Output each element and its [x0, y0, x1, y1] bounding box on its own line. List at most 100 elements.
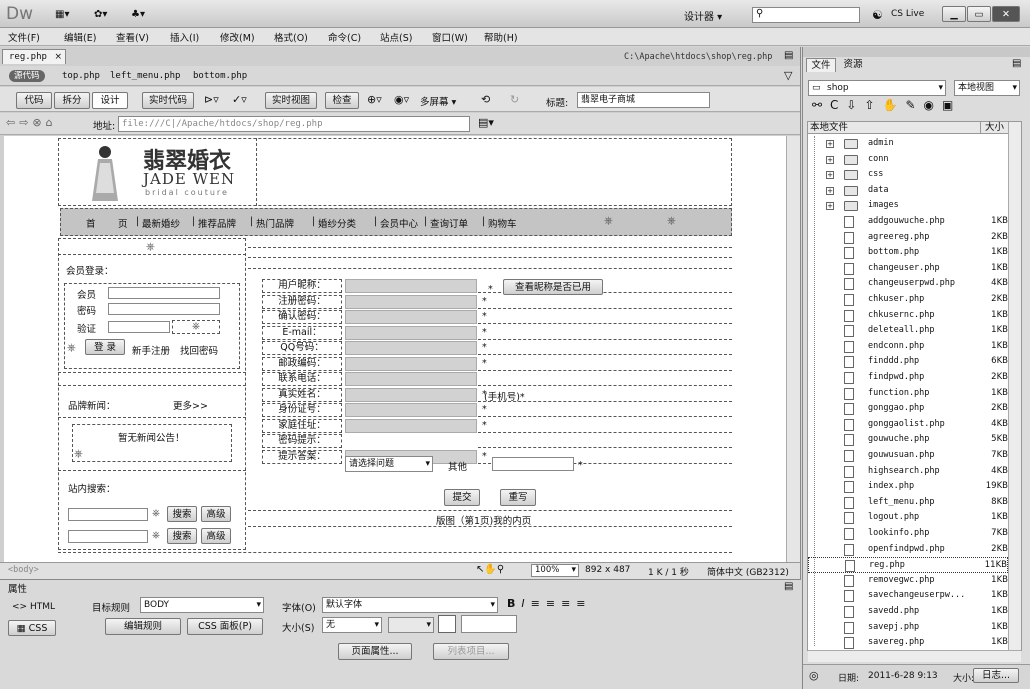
site-nav-item-2[interactable]: 最新婚纱	[142, 216, 180, 230]
search-button-2[interactable]: 搜索	[167, 528, 197, 544]
question-select[interactable]: 请选择问题	[345, 456, 433, 472]
source-code-pill[interactable]: 源代码	[9, 70, 45, 82]
workspace-switcher[interactable]: 设计器 ▾	[684, 8, 740, 23]
file-row[interactable]: bottom.php 1KB	[808, 245, 1008, 261]
preview-icon[interactable]: ⊕▿	[367, 93, 382, 106]
file-row[interactable]: deleteall.php 1KB	[808, 323, 1008, 339]
menu-item-5[interactable]: 格式(O)	[274, 30, 308, 44]
folder-row[interactable]: + admin	[808, 136, 1008, 152]
menu-item-3[interactable]: 插入(I)	[170, 30, 199, 44]
password-input[interactable]	[108, 303, 220, 315]
minimize-button[interactable]: ▁	[942, 6, 966, 22]
expand-icon[interactable]: +	[826, 186, 834, 195]
site-select[interactable]: ▭ shop	[808, 80, 946, 96]
address-options-icon[interactable]: ▤▾	[478, 116, 494, 129]
site-nav-item-0[interactable]: 首	[86, 216, 96, 230]
tag-selector[interactable]: <body>	[8, 565, 39, 575]
extend-icon[interactable]: ✿▾	[94, 9, 116, 21]
menu-item-4[interactable]: 修改(M)	[220, 30, 255, 44]
file-row[interactable]: chkuser.php 2KB	[808, 292, 1008, 308]
check-browser-icon[interactable]: ✓▿	[232, 93, 247, 106]
file-row[interactable]: endconn.php 1KB	[808, 339, 1008, 355]
file-tree-hscroll[interactable]	[808, 650, 1021, 662]
check-nickname-button[interactable]: 查看昵称是否已用	[503, 279, 603, 295]
news-more-link[interactable]: 更多>>	[173, 398, 208, 412]
col-local-files[interactable]: 本地文件	[810, 122, 848, 134]
files-menu-icon[interactable]: ▤	[1012, 58, 1021, 69]
related-file-top[interactable]: top.php	[62, 71, 100, 81]
file-row[interactable]: index.php 19KB	[808, 479, 1008, 495]
files-tab[interactable]: 文件	[806, 58, 836, 72]
file-row[interactable]: chkusernc.php 1KB	[808, 308, 1008, 324]
folder-row[interactable]: + images	[808, 198, 1008, 214]
submit-button[interactable]: 提交	[444, 489, 480, 506]
file-row[interactable]: left_menu.php 8KB	[808, 495, 1008, 511]
css-panel-button[interactable]: CSS 面板(P)	[187, 618, 263, 635]
file-row[interactable]: function.php 1KB	[808, 386, 1008, 402]
color-picker[interactable]	[438, 615, 456, 633]
doc-tab[interactable]: reg.php ×	[2, 49, 66, 64]
properties-menu-icon[interactable]: ▤	[784, 581, 793, 592]
doc-title-input[interactable]: 翡翠电子商城	[577, 92, 710, 108]
forgot-link[interactable]: 找回密码	[180, 343, 218, 357]
format-icons[interactable]: BI≡≡≡≡	[507, 597, 592, 610]
file-row[interactable]: removegwc.php 1KB	[808, 573, 1008, 589]
status-tools-icon[interactable]: ↖✋⚲	[476, 564, 504, 575]
col-size[interactable]: 大小	[980, 122, 1004, 134]
form-input[interactable]	[345, 387, 477, 402]
font-select[interactable]: 默认字体	[322, 597, 498, 613]
size-unit-select[interactable]	[388, 617, 434, 633]
log-button[interactable]: 日志...	[973, 668, 1019, 683]
view-select[interactable]: 本地视图	[954, 80, 1020, 96]
help-search-input[interactable]: ⚲	[752, 7, 860, 23]
search-input-2[interactable]	[68, 530, 148, 543]
file-row[interactable]: lookinfo.php 7KB	[808, 526, 1008, 542]
refresh-design-icon[interactable]: ⟲	[481, 93, 490, 106]
other-input[interactable]	[492, 457, 574, 471]
register-link[interactable]: 新手注册	[132, 343, 170, 357]
expand-icon[interactable]: +	[826, 202, 834, 211]
form-input[interactable]	[345, 294, 477, 309]
file-row[interactable]: savechangeuserpw... 1KB	[808, 588, 1008, 604]
target-rule-select[interactable]: BODY	[140, 597, 264, 613]
menu-item-1[interactable]: 编辑(E)	[64, 30, 96, 44]
form-input[interactable]	[345, 325, 477, 340]
site-nav-item-8[interactable]: 购物车	[488, 216, 517, 230]
search-button-1[interactable]: 搜索	[167, 506, 197, 522]
globe-icon[interactable]: ◉▿	[394, 93, 409, 106]
list-item-button[interactable]: 列表项目...	[433, 643, 509, 660]
live-view-button[interactable]: 实时视图	[265, 92, 317, 109]
html-mode-button[interactable]: <> HTML	[12, 602, 55, 612]
menu-item-0[interactable]: 文件(F)	[8, 30, 40, 44]
file-row[interactable]: gouwuche.php 5KB	[808, 432, 1008, 448]
site-nav-item-6[interactable]: 会员中心	[380, 216, 418, 230]
file-row[interactable]: addgouwuche.php 1KB	[808, 214, 1008, 230]
form-input[interactable]	[345, 372, 477, 386]
verify-input[interactable]	[108, 321, 170, 333]
file-row[interactable]: finddd.php 6KB	[808, 354, 1008, 370]
close-tab-icon[interactable]: ×	[54, 50, 62, 64]
file-row[interactable]: agreereg.php 2KB	[808, 230, 1008, 246]
expand-icon[interactable]: +	[826, 140, 834, 148]
login-button[interactable]: 登 录	[85, 339, 125, 355]
page-properties-button[interactable]: 页面属性...	[338, 643, 412, 660]
nav-icons[interactable]: ⇦⇨⊗⌂	[6, 116, 57, 129]
menu-item-6[interactable]: 命令(C)	[328, 30, 361, 44]
folder-row[interactable]: + css	[808, 167, 1008, 183]
file-row[interactable]: logout.php 1KB	[808, 510, 1008, 526]
related-file-bottom[interactable]: bottom.php	[193, 71, 247, 81]
zoom-select[interactable]: 100%	[531, 564, 579, 577]
folder-row[interactable]: + data	[808, 183, 1008, 199]
design-view-button[interactable]: 设计	[92, 92, 128, 109]
form-input[interactable]	[345, 310, 477, 324]
file-row[interactable]: findpwd.php 2KB	[808, 370, 1008, 386]
site-nav-item-7[interactable]: 查询订单	[430, 216, 468, 230]
file-row[interactable]: savereg.php 1KB	[808, 635, 1008, 651]
file-row[interactable]: savepj.php 1KB	[808, 620, 1008, 636]
inspect-icon[interactable]: ⊳▿	[204, 93, 219, 106]
menu-item-2[interactable]: 查看(V)	[116, 30, 149, 44]
multiscreen-button[interactable]: 多屏幕 ▾	[420, 94, 456, 108]
size-select[interactable]: 无	[322, 617, 382, 633]
file-tree-vscroll[interactable]	[1008, 122, 1021, 650]
files-toolbar-icons[interactable]: ⚯C⇩⇧✋✎◉▣	[812, 98, 961, 112]
